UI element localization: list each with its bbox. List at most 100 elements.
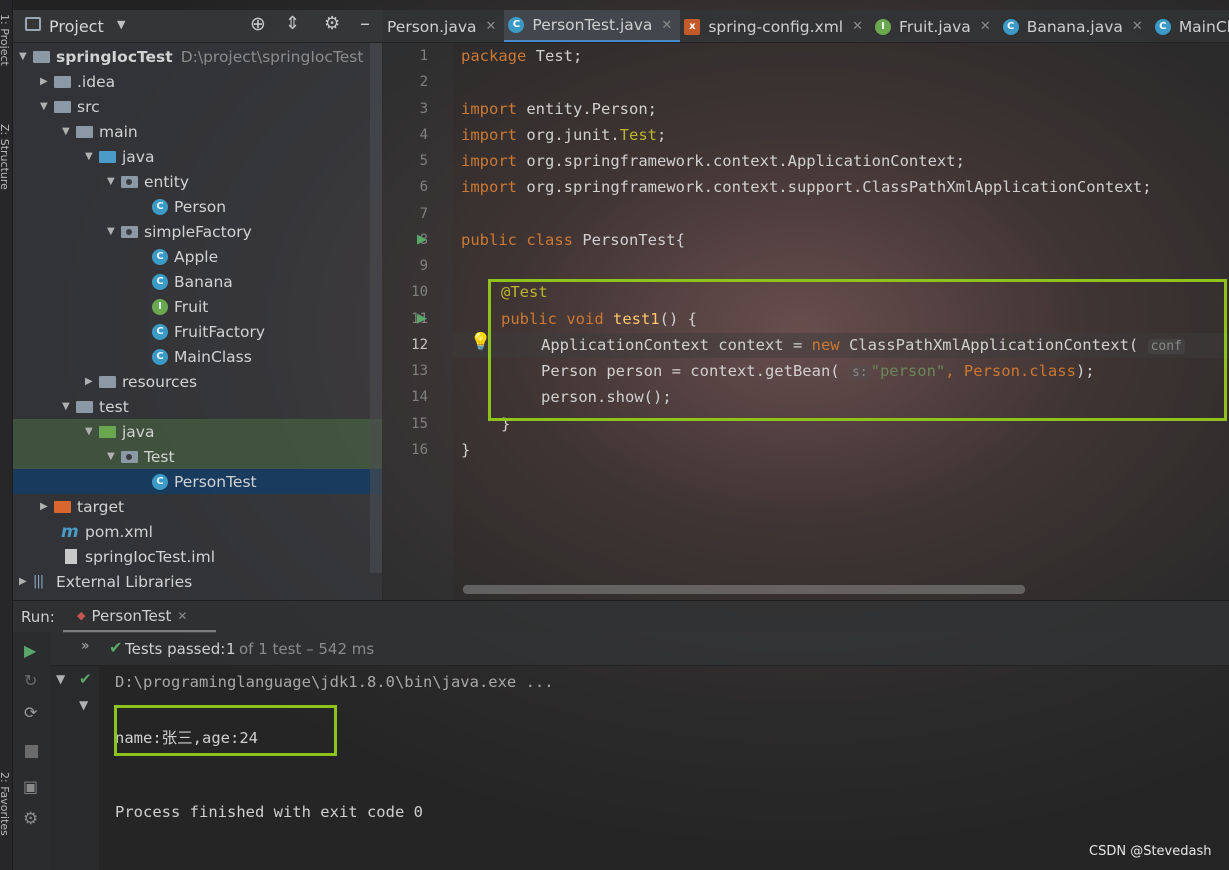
tab-fruit-java[interactable]: I Fruit.java ✕ — [871, 10, 999, 42]
run-test-icon[interactable]: ▶ — [417, 311, 433, 326]
highlight-box-output — [114, 705, 337, 756]
tree-item-test-package[interactable]: ▼ Test — [13, 444, 382, 469]
run-toolbar: ▶ ↻ ⟳ ▣ ⚙ — [13, 632, 51, 870]
tree-item-project-root[interactable]: ▼ springIocTest D:\project\springIocTest — [13, 44, 382, 69]
locate-icon[interactable]: ⊕ — [250, 13, 266, 35]
interface-icon: I — [875, 18, 892, 35]
structure-tool-button[interactable]: Z: Structure — [0, 124, 11, 190]
project-view-title[interactable]: Project — [49, 17, 104, 36]
collapse-all-icon[interactable]: ⇕ — [285, 13, 300, 34]
tree-label: Test — [144, 447, 175, 466]
tree-item-java-test[interactable]: ▼ java — [13, 419, 382, 444]
tree-label: FruitFactory — [174, 322, 265, 341]
xml-file-icon: x — [684, 18, 701, 35]
run-tab-persontest[interactable]: ◆ PersonTest ✕ — [63, 601, 216, 633]
toggle-autotest-icon[interactable]: ⟳ — [24, 703, 37, 722]
code-line-6: import org.springframework.context.suppo… — [461, 178, 1152, 196]
tree-label: main — [99, 122, 138, 141]
run-tab-label: PersonTest — [91, 606, 172, 625]
close-icon[interactable]: ✕ — [1132, 19, 1143, 34]
tree-item-person[interactable]: C Person — [13, 194, 382, 219]
highlight-box-test-method — [488, 279, 1227, 421]
class-icon: C — [1002, 18, 1019, 35]
rerun-failed-icon[interactable]: ↻ — [24, 671, 37, 690]
editor-tab-bar: Person.java ✕ C PersonTest.java ✕ x spring-c… — [383, 10, 1229, 43]
project-tool-button[interactable]: 1: Project — [0, 14, 11, 66]
tree-label: Apple — [174, 247, 219, 266]
tab-label: Person.java — [387, 17, 477, 36]
code-line-5: import org.springframework.context.Appli… — [461, 152, 965, 170]
lightbulb-icon[interactable]: 💡 — [470, 332, 491, 354]
tree-item-external-libraries[interactable]: ▶ ||| External Libraries — [13, 569, 382, 594]
settings-icon[interactable]: ⚙ — [23, 809, 38, 829]
close-icon[interactable]: ✕ — [980, 19, 991, 34]
chevron-down-icon[interactable]: ▼ — [56, 672, 65, 686]
tree-item-java-main[interactable]: ▼ java — [13, 144, 382, 169]
stop-icon[interactable] — [25, 745, 38, 758]
check-icon: ✔ — [109, 638, 123, 657]
close-icon[interactable]: ✕ — [852, 19, 863, 34]
run-label: Run: — [21, 608, 55, 626]
tab-label: Banana.java — [1026, 17, 1123, 36]
tree-item-resources[interactable]: ▶ resources — [13, 369, 382, 394]
tree-item-mainclass[interactable]: C MainClass — [13, 344, 382, 369]
tests-passed-label: Tests passed: — [125, 640, 226, 658]
tree-item-target[interactable]: ▶ target — [13, 494, 382, 519]
tree-item-main[interactable]: ▼ main — [13, 119, 382, 144]
tree-item-fruitfactory[interactable]: C FruitFactory — [13, 319, 382, 344]
chevron-down-icon[interactable]: ▼ — [117, 18, 125, 31]
run-class-icon[interactable]: ▶ — [417, 232, 433, 247]
gear-icon[interactable]: ⚙ — [324, 13, 340, 34]
line-number: 5 — [419, 153, 428, 169]
tree-item-entity[interactable]: ▼ entity — [13, 169, 382, 194]
tree-item-idea[interactable]: ▶ .idea — [13, 69, 382, 94]
line-number: 9 — [419, 258, 428, 274]
console-line-exit: Process finished with exit code 0 — [115, 803, 423, 821]
tab-mainclass-java[interactable]: C MainCla — [1151, 10, 1229, 42]
tree-item-fruit[interactable]: I Fruit — [13, 294, 382, 319]
rerun-icon[interactable]: ▶ — [24, 641, 36, 660]
editor-horizontal-scrollbar[interactable] — [463, 585, 1025, 594]
console-output[interactable] — [99, 666, 1229, 870]
line-number: 15 — [411, 416, 428, 432]
tree-label: entity — [144, 172, 189, 191]
close-icon[interactable]: ✕ — [177, 609, 187, 623]
tree-item-persontest[interactable]: C PersonTest — [13, 469, 382, 494]
tree-label: MainClass — [174, 347, 252, 366]
line-number: 4 — [419, 127, 428, 143]
tree-item-simplefactory[interactable]: ▼ simpleFactory — [13, 219, 382, 244]
project-panel-header: Project ▼ ⊕ ⇕ ⚙ – — [13, 10, 383, 43]
tree-label: test — [99, 397, 129, 416]
tab-spring-config-xml[interactable]: x spring-config.xml ✕ — [680, 10, 871, 42]
class-icon: C — [152, 348, 168, 365]
favorites-tool-button[interactable]: 2: Favorites — [0, 772, 11, 836]
line-number: 16 — [411, 442, 428, 458]
tab-persontest-java[interactable]: C PersonTest.java ✕ — [504, 10, 681, 42]
class-icon: C — [152, 273, 168, 290]
project-scrollbar[interactable] — [370, 43, 382, 573]
tree-label: springIocTest.iml — [85, 547, 215, 566]
tab-label: Fruit.java — [899, 17, 971, 36]
project-path: D:\project\springIocTest — [180, 47, 364, 66]
tree-item-test[interactable]: ▼ test — [13, 394, 382, 419]
tree-item-iml[interactable]: springIocTest.iml — [13, 544, 382, 569]
project-view-icon — [25, 17, 41, 31]
close-icon[interactable]: ✕ — [486, 19, 497, 34]
tree-item-banana[interactable]: C Banana — [13, 269, 382, 294]
tree-item-apple[interactable]: C Apple — [13, 244, 382, 269]
close-icon[interactable]: ✕ — [661, 18, 672, 33]
console-line-command: D:\programinglanguage\jdk1.8.0\bin\java.… — [115, 673, 554, 691]
tree-item-pom[interactable]: m pom.xml — [13, 519, 382, 544]
chevron-down-icon[interactable]: ▼ — [79, 698, 88, 712]
tree-label: .idea — [77, 72, 116, 91]
expand-icon[interactable]: » — [81, 638, 90, 654]
tests-passed-count: 1 — [226, 640, 236, 658]
camera-icon[interactable]: ▣ — [23, 777, 38, 796]
minimize-icon[interactable]: – — [360, 11, 370, 35]
code-line-8: public class PersonTest{ — [461, 231, 685, 249]
class-icon: C — [1154, 18, 1171, 35]
line-number: 3 — [419, 101, 428, 117]
tab-person-java[interactable]: Person.java ✕ — [383, 10, 504, 42]
tab-banana-java[interactable]: C Banana.java ✕ — [999, 10, 1151, 42]
tree-item-src[interactable]: ▼ src — [13, 94, 382, 119]
